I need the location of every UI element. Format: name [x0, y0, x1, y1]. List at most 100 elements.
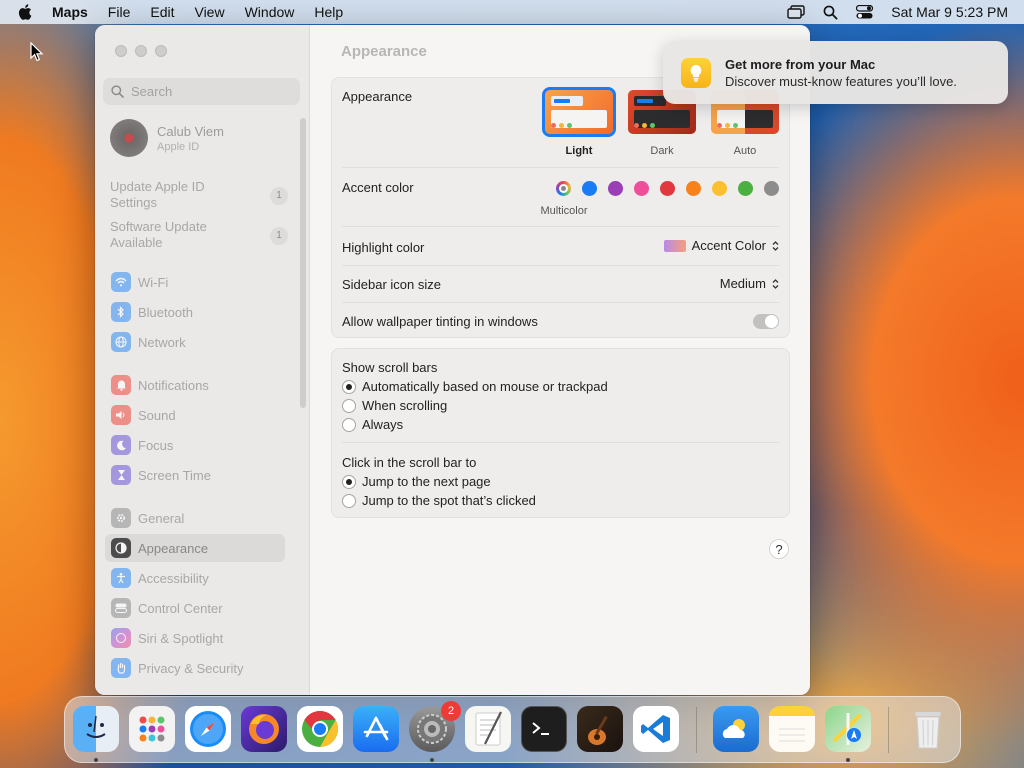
accent-swatch-green[interactable]: [738, 181, 753, 196]
app-store-icon[interactable]: [353, 706, 399, 752]
menu-app-name[interactable]: Maps: [52, 4, 88, 20]
highlight-color-popup[interactable]: Accent Color: [663, 238, 779, 253]
sidebar-item-accessibility[interactable]: Accessibility: [105, 564, 285, 592]
accent-swatch-blue[interactable]: [582, 181, 597, 196]
radio-button[interactable]: [342, 379, 356, 394]
sidebar-item-privacy-security[interactable]: Privacy & Security: [105, 654, 285, 682]
sidebar-icon-size-popup[interactable]: Medium: [720, 276, 779, 291]
sidebar-item-wifi[interactable]: Wi-Fi: [105, 268, 285, 296]
chrome-icon[interactable]: [297, 706, 343, 752]
radio-button[interactable]: [342, 417, 356, 432]
sidebar-item-control-center[interactable]: Control Center: [105, 594, 285, 622]
sidebar-item-label: Bluetooth: [138, 304, 193, 320]
sidebar-item-bluetooth[interactable]: Bluetooth: [105, 298, 285, 326]
appearance-label: Appearance: [342, 89, 413, 104]
dock: 2: [64, 696, 961, 763]
accent-swatch-orange[interactable]: [686, 181, 701, 196]
scroll-bars-option-when-scrolling[interactable]: When scrolling: [342, 398, 447, 413]
menu-edit[interactable]: Edit: [150, 4, 174, 20]
accent-swatch-purple[interactable]: [608, 181, 623, 196]
click-scroll-option-next-page[interactable]: Jump to the next page: [342, 474, 491, 489]
appearance-group: Appearance Light Dark Auto Accent color: [331, 77, 790, 338]
menu-file[interactable]: File: [108, 4, 131, 20]
accent-swatch-graphite[interactable]: [764, 181, 779, 196]
sidebar-item-focus[interactable]: Focus: [105, 431, 285, 459]
sidebar-item-label: Notifications: [138, 377, 209, 393]
avatar: [110, 119, 148, 157]
sidebar-item-label: Privacy & Security: [138, 660, 244, 676]
sidebar-item-label: Sound: [138, 407, 176, 423]
profile-name: Calub Viem: [157, 123, 224, 139]
launchpad-icon[interactable]: [129, 706, 175, 752]
appearance-option-light[interactable]: [542, 87, 616, 137]
safari-icon[interactable]: [185, 706, 231, 752]
notification-banner[interactable]: Get more from your Mac Discover must-kno…: [663, 41, 1008, 104]
sidebar-item-label: Wi-Fi: [138, 274, 169, 290]
appearance-option-auto-label: Auto: [733, 145, 757, 157]
minimize-button[interactable]: [135, 45, 147, 57]
system-settings-window: Search Calub Viem Apple ID Update Apple …: [95, 25, 810, 695]
menu-view[interactable]: View: [194, 4, 224, 20]
sidebar-item-notifications[interactable]: Notifications: [105, 371, 285, 399]
apple-id-profile[interactable]: Calub Viem Apple ID: [110, 119, 224, 157]
vscode-icon[interactable]: [633, 706, 679, 752]
help-button[interactable]: ?: [769, 539, 789, 559]
notice-count-badge: 1: [270, 187, 288, 205]
radio-button[interactable]: [342, 398, 356, 413]
notice-label: Update Apple ID Settings: [110, 179, 205, 210]
sidebar-item-sound[interactable]: Sound: [105, 401, 285, 429]
menu-window[interactable]: Window: [245, 4, 295, 20]
dock-separator: [888, 707, 889, 753]
window-controls: [115, 45, 167, 57]
dock-separator: [696, 707, 697, 753]
trash-icon[interactable]: [905, 706, 951, 752]
profile-subtitle: Apple ID: [157, 140, 200, 153]
sidebar-item-screen-time[interactable]: Screen Time: [105, 461, 285, 489]
accent-swatch-red[interactable]: [660, 181, 675, 196]
scroll-bars-option-automatic[interactable]: Automatically based on mouse or trackpad: [342, 379, 608, 394]
scroll-bars-option-always[interactable]: Always: [342, 417, 403, 432]
accent-swatch-yellow[interactable]: [712, 181, 727, 196]
apple-menu-icon[interactable]: [18, 4, 32, 20]
sidebar-scrollbar[interactable]: [300, 118, 306, 408]
notes-icon[interactable]: [769, 706, 815, 752]
weather-icon[interactable]: [713, 706, 759, 752]
accent-swatch-multicolor[interactable]: [556, 181, 571, 196]
search-field[interactable]: Search: [103, 78, 300, 105]
spotlight-search-icon[interactable]: [823, 5, 838, 20]
accent-swatch-pink[interactable]: [634, 181, 649, 196]
running-indicator: [94, 758, 98, 762]
terminal-icon[interactable]: [521, 706, 567, 752]
radio-button[interactable]: [342, 474, 356, 489]
divider: [342, 167, 779, 168]
menu-clock[interactable]: Sat Mar 9 5:23 PM: [891, 4, 1008, 20]
accessibility-icon: [111, 568, 131, 588]
sidebar-item-network[interactable]: Network: [105, 328, 285, 356]
firefox-icon[interactable]: [241, 706, 287, 752]
garageband-icon[interactable]: [577, 706, 623, 752]
sidebar-item-appearance[interactable]: Appearance: [105, 534, 285, 562]
maps-icon[interactable]: [825, 706, 871, 752]
sidebar-item-label: Focus: [138, 437, 174, 453]
wallpaper-tinting-toggle[interactable]: [753, 314, 779, 329]
sidebar-item-general[interactable]: General: [105, 504, 285, 532]
control-center-icon[interactable]: [856, 5, 874, 19]
radio-button[interactable]: [342, 493, 356, 508]
update-apple-id-settings[interactable]: Update Apple ID Settings 1: [110, 179, 288, 211]
close-button[interactable]: [115, 45, 127, 57]
screen-mirroring-icon[interactable]: [787, 5, 805, 19]
sidebar-item-siri-spotlight[interactable]: Siri & Spotlight: [105, 624, 285, 652]
chevron-up-down-icon: [772, 240, 779, 251]
highlight-color-value: Accent Color: [691, 238, 766, 253]
menu-help[interactable]: Help: [314, 4, 343, 20]
hourglass-icon: [111, 465, 131, 485]
finder-icon[interactable]: [73, 706, 119, 752]
click-scroll-bar-label: Click in the scroll bar to: [342, 455, 477, 470]
software-update-available[interactable]: Software Update Available 1: [110, 219, 288, 251]
sidebar: Search Calub Viem Apple ID Update Apple …: [95, 25, 310, 695]
hand-icon: [111, 658, 131, 678]
zoom-button[interactable]: [155, 45, 167, 57]
click-scroll-option-spot-clicked[interactable]: Jump to the spot that’s clicked: [342, 493, 536, 508]
mouse-cursor-icon: [30, 42, 44, 62]
textedit-icon[interactable]: [465, 706, 511, 752]
